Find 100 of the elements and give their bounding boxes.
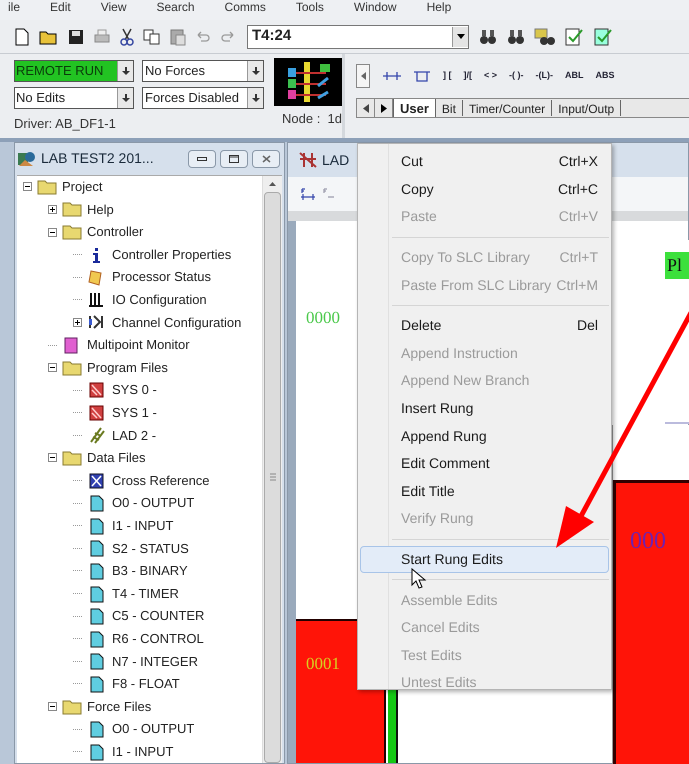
menu-item[interactable]: Search <box>156 0 195 14</box>
tree-item[interactable]: Help <box>17 198 262 221</box>
instruction-button[interactable]: ABL <box>565 69 584 83</box>
edits-combo[interactable]: No Edits <box>14 87 134 109</box>
tree-item[interactable]: LAD 2 - <box>17 424 262 447</box>
tree-item[interactable]: N7 - INTEGER <box>17 650 262 673</box>
tree-item[interactable]: SYS 1 - <box>17 402 262 424</box>
expand-icon[interactable] <box>48 204 57 214</box>
menu-item[interactable]: Append Rung <box>360 422 609 450</box>
open-folder-icon[interactable] <box>39 28 59 44</box>
menu-item[interactable]: Edit Title <box>360 478 609 506</box>
left-arrow-icon <box>362 104 368 112</box>
menu-item[interactable]: Delete Del <box>360 312 609 340</box>
menu-item[interactable]: Edit <box>50 0 71 14</box>
menu-item[interactable]: Help <box>426 0 452 14</box>
tree-item[interactable]: Multipoint Monitor <box>17 334 262 356</box>
save-icon[interactable] <box>68 28 84 44</box>
tree-item[interactable]: I1 - INPUT <box>17 514 262 538</box>
expand-icon[interactable] <box>73 318 82 327</box>
menu-item[interactable]: Edit Comment <box>360 450 609 478</box>
collapse-icon[interactable] <box>23 182 32 192</box>
menu-item[interactable]: Window <box>354 0 397 14</box>
menu-item[interactable]: Tools <box>296 0 324 14</box>
rung-number: 000 <box>630 528 666 554</box>
branch-rung-icon[interactable] <box>383 71 401 81</box>
instruction-button[interactable]: ] [ <box>443 69 452 83</box>
tree-item[interactable]: C5 - COUNTER <box>17 604 262 628</box>
connector-line <box>73 299 82 300</box>
tree-item[interactable]: Data Files <box>17 446 262 470</box>
palette-tab[interactable]: Input/Outp <box>552 100 622 116</box>
connector-line <box>73 728 82 730</box>
tree-item[interactable]: O0 - OUTPUT <box>17 718 262 740</box>
instruction-button[interactable]: ABS <box>596 69 615 83</box>
menu-item[interactable]: Cut Ctrl+X <box>360 148 609 176</box>
tree-item[interactable]: Controller Properties <box>17 243 262 266</box>
tree-item[interactable]: Program Files <box>17 356 262 379</box>
instruction-button[interactable]: -( )- <box>509 69 524 83</box>
palette-tab[interactable]: Timer/Counter <box>462 100 552 116</box>
address-combo[interactable]: T4:24 <box>247 24 469 48</box>
tree-item[interactable]: SYS 0 - <box>17 378 262 402</box>
collapse-icon[interactable] <box>48 702 57 712</box>
close-button[interactable] <box>252 150 280 168</box>
edit-rung-icon[interactable] <box>300 188 316 200</box>
verify-file-icon[interactable] <box>565 26 585 46</box>
tree-item[interactable]: F8 - FLOAT <box>17 672 262 696</box>
forces-enabled-combo[interactable]: Forces Disabled <box>142 87 264 109</box>
menu-item[interactable]: Insert Rung <box>360 394 609 422</box>
up-arrow-icon[interactable] <box>269 182 276 186</box>
tree-item[interactable]: Processor Status <box>17 266 262 289</box>
menu-item[interactable]: ile <box>8 0 20 14</box>
instruction-button[interactable]: -(L)- <box>536 69 554 83</box>
scroll-left-button[interactable] <box>356 64 370 88</box>
tree-item[interactable]: O0 - OUTPUT <box>17 492 262 514</box>
palette-tab[interactable]: User <box>393 99 436 117</box>
dropdown-arrow-icon <box>252 94 260 102</box>
tree-item[interactable]: Project <box>17 176 262 198</box>
tree-item[interactable]: B3 - BINARY <box>17 560 262 582</box>
cut-icon[interactable] <box>120 28 134 46</box>
mode-combo[interactable]: REMOTE RUN <box>14 60 134 82</box>
collapse-icon[interactable] <box>48 228 57 237</box>
instruction-label: Pl <box>665 252 689 279</box>
connector-line <box>73 751 82 752</box>
online-status-icon <box>274 58 342 106</box>
tree-item[interactable]: T4 - TIMER <box>17 582 262 605</box>
new-file-icon[interactable] <box>14 28 30 46</box>
collapse-icon[interactable] <box>48 453 57 462</box>
rung-number: 0000 <box>306 307 340 329</box>
forces-combo[interactable]: No Forces <box>142 60 264 82</box>
restore-button[interactable] <box>220 150 248 168</box>
edit-branch-icon[interactable] <box>322 188 334 200</box>
dropdown-arrow-icon <box>456 34 464 39</box>
minimize-button[interactable] <box>188 150 216 168</box>
vertical-scrollbar[interactable] <box>262 176 282 763</box>
menu-item[interactable]: Comms <box>224 0 266 14</box>
print-icon[interactable] <box>93 28 111 44</box>
copy-icon[interactable] <box>143 28 161 44</box>
tree-item[interactable]: Controller <box>17 220 262 244</box>
tree-item[interactable]: I1 - INPUT <box>17 740 262 763</box>
project-icon <box>17 150 37 168</box>
tree-item[interactable]: S2 - STATUS <box>17 537 262 560</box>
collapse-icon[interactable] <box>48 363 57 372</box>
tree-item[interactable]: IO Configuration <box>17 288 262 312</box>
tree-item[interactable]: Channel Configuration <box>17 311 262 334</box>
menu-item[interactable]: Start Rung Edits <box>360 546 609 574</box>
paste-icon[interactable] <box>170 28 186 46</box>
instruction-button[interactable]: < > <box>484 69 498 83</box>
connector-line <box>48 344 57 346</box>
tree-item[interactable]: Cross Reference <box>17 469 262 492</box>
tree-item[interactable]: R6 - CONTROL <box>17 627 262 650</box>
window-title: LAD <box>322 150 350 170</box>
rung-number: 0001 <box>306 654 340 673</box>
tree-item[interactable]: Force Files <box>17 695 262 718</box>
palette-tab[interactable]: Bit <box>436 100 463 116</box>
connector-line <box>73 412 82 414</box>
instruction-button[interactable]: ]/[ <box>464 69 472 83</box>
verify-project-icon[interactable] <box>594 26 614 46</box>
connector-line <box>73 390 82 391</box>
menu-item[interactable]: View <box>100 0 126 14</box>
branch-icon[interactable] <box>414 70 430 82</box>
scrollbar-thumb[interactable] <box>264 192 281 763</box>
